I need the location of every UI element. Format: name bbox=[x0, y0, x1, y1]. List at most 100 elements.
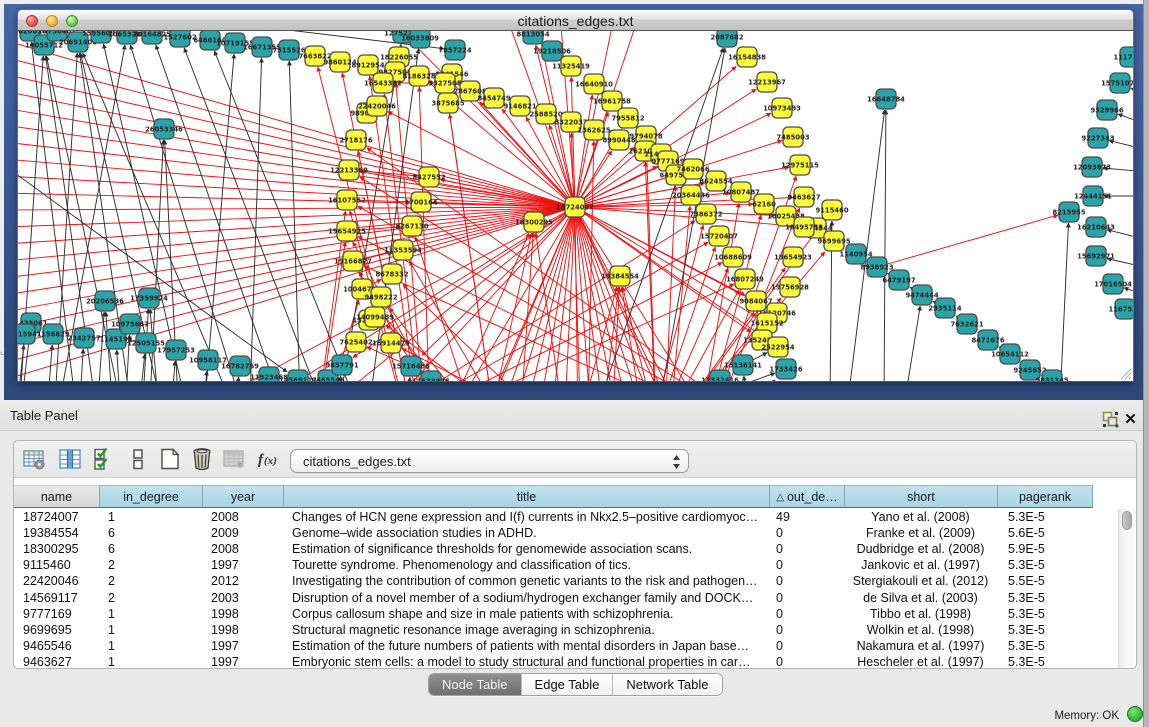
zoom-window-button[interactable] bbox=[66, 15, 78, 27]
node-26053346[interactable]: 26053346 bbox=[145, 119, 183, 139]
node-12444151[interactable]: 12444151 bbox=[1074, 186, 1112, 206]
node-7632621[interactable]: 7632621 bbox=[950, 314, 983, 334]
edge[interactable] bbox=[18, 40, 575, 207]
node-15751074[interactable]: 15751074 bbox=[1101, 73, 1133, 93]
network-canvas[interactable]: 2620610140557121875646220691406159560961… bbox=[17, 31, 1134, 382]
new-column-icon[interactable] bbox=[158, 447, 182, 471]
memory-status-indicator[interactable] bbox=[1127, 706, 1143, 722]
close-window-button[interactable] bbox=[26, 15, 38, 27]
edge[interactable] bbox=[236, 377, 239, 381]
edge[interactable] bbox=[172, 361, 175, 381]
edge[interactable] bbox=[18, 207, 575, 244]
column-header-title[interactable]: title bbox=[284, 485, 770, 508]
node-15692971[interactable]: 15692971 bbox=[1077, 246, 1115, 266]
node-2718176[interactable]: 2718176 bbox=[339, 130, 372, 150]
tab-node-table[interactable]: Node Table bbox=[429, 674, 522, 695]
svg-text:15136141: 15136141 bbox=[724, 361, 762, 369]
column-header-year[interactable]: year bbox=[203, 485, 284, 508]
network-table-select[interactable]: citations_edges.txt bbox=[290, 449, 689, 473]
edge[interactable] bbox=[214, 51, 355, 381]
edge[interactable] bbox=[640, 225, 703, 381]
table-options-icon[interactable] bbox=[22, 447, 46, 471]
node-62160[interactable]: 62160 bbox=[752, 194, 776, 214]
cell-title: Structural magnetic resonance image aver… bbox=[292, 622, 768, 638]
edge[interactable] bbox=[250, 284, 734, 381]
edge[interactable] bbox=[408, 377, 410, 381]
node-16807249[interactable]: 16807249 bbox=[726, 269, 764, 289]
edge[interactable] bbox=[1118, 114, 1133, 125]
node-9329966[interactable]: 9329966 bbox=[1090, 100, 1123, 120]
node-12093873[interactable]: 12093873 bbox=[1073, 157, 1111, 177]
node-16154838[interactable]: 16154838 bbox=[728, 47, 766, 67]
edge[interactable] bbox=[447, 94, 512, 381]
edge[interactable] bbox=[18, 125, 575, 207]
edge[interactable] bbox=[83, 53, 230, 381]
node-12213967[interactable]: 12213967 bbox=[748, 72, 786, 92]
node-10973493[interactable]: 10973493 bbox=[763, 98, 801, 118]
node-9463627[interactable]: 9463627 bbox=[787, 187, 820, 207]
float-panel-icon[interactable] bbox=[1102, 411, 1119, 428]
column-header-short[interactable]: short bbox=[845, 485, 998, 508]
node-20206536[interactable]: 20206536 bbox=[86, 291, 124, 311]
function-builder-icon[interactable]: f (x) bbox=[256, 447, 280, 471]
column-header-pagerank[interactable]: pagerank bbox=[998, 485, 1093, 508]
node-16033809[interactable]: 16033809 bbox=[401, 31, 439, 48]
window-resize-grip-icon[interactable] bbox=[1118, 366, 1132, 380]
edge[interactable] bbox=[18, 57, 575, 207]
node-16107552[interactable]: 16107552 bbox=[328, 190, 366, 210]
edge[interactable] bbox=[755, 380, 775, 381]
window-titlebar[interactable]: citations_edges.txt bbox=[17, 9, 1134, 31]
svg-text:9794078: 9794078 bbox=[629, 132, 662, 140]
table-vertical-scrollbar[interactable] bbox=[1118, 509, 1134, 668]
node-1527602[interactable]: 1527602 bbox=[163, 31, 196, 47]
node-19654923[interactable]: 19654923 bbox=[774, 247, 812, 267]
cell-short: Jankovic et al. (1997) bbox=[845, 557, 996, 573]
edge[interactable] bbox=[1124, 288, 1133, 296]
node-1733426[interactable]: 1733426 bbox=[769, 359, 802, 379]
node-9115460[interactable]: 9115460 bbox=[815, 200, 848, 220]
node-7485003[interactable]: 7485003 bbox=[776, 127, 809, 147]
scrollbar-thumb[interactable] bbox=[1122, 511, 1132, 530]
edge[interactable] bbox=[204, 371, 207, 381]
show-columns-icon[interactable] bbox=[58, 447, 82, 471]
edge[interactable] bbox=[877, 215, 1058, 267]
edge[interactable] bbox=[1131, 88, 1133, 96]
edge[interactable] bbox=[422, 207, 575, 356]
column-header-in_degree[interactable]: in_degree bbox=[100, 485, 203, 508]
row-height-icon[interactable] bbox=[126, 447, 150, 471]
node-12975115[interactable]: 12975115 bbox=[781, 155, 819, 175]
edge[interactable] bbox=[250, 242, 708, 381]
node-8215955[interactable]: 8215955 bbox=[1052, 202, 1085, 222]
node-1117556[interactable]: 1117556 bbox=[1113, 47, 1133, 67]
edge[interactable] bbox=[420, 207, 575, 381]
close-panel-icon[interactable]: ✕ bbox=[1123, 411, 1138, 428]
edge[interactable] bbox=[884, 110, 886, 381]
column-header-name[interactable]: name bbox=[14, 485, 100, 508]
svg-text:8186328: 8186328 bbox=[402, 72, 435, 80]
node-17016504[interactable]: 17016504 bbox=[1094, 274, 1132, 294]
node-12213369[interactable]: 12213369 bbox=[330, 160, 368, 180]
select-columns-icon[interactable] bbox=[92, 447, 116, 471]
node-16210643[interactable]: 16210643 bbox=[1077, 217, 1115, 237]
edge[interactable] bbox=[80, 349, 83, 381]
edge[interactable] bbox=[744, 376, 746, 381]
edge[interactable] bbox=[1060, 223, 1069, 381]
delete-columns-icon[interactable] bbox=[190, 447, 214, 471]
node-17359924[interactable]: 17359924 bbox=[130, 288, 168, 308]
edge[interactable] bbox=[575, 207, 775, 216]
node-1167531[interactable]: 1167531 bbox=[1108, 299, 1133, 319]
edge[interactable] bbox=[18, 207, 575, 278]
node-2087682[interactable]: 2087682 bbox=[710, 31, 743, 47]
edge[interactable] bbox=[905, 306, 920, 381]
minimize-window-button[interactable] bbox=[46, 15, 58, 27]
node-9227343[interactable]: 9227343 bbox=[1081, 128, 1114, 148]
edge[interactable] bbox=[117, 350, 120, 381]
collapsed-panel-grip-icon[interactable]: ⌞ bbox=[0, 346, 4, 358]
tab-network-table[interactable]: Network Table bbox=[613, 674, 721, 695]
edge[interactable] bbox=[18, 207, 575, 261]
tab-edge-table[interactable]: Edge Table bbox=[522, 674, 614, 695]
edge[interactable] bbox=[250, 58, 262, 381]
node-16648784[interactable]: 16648784 bbox=[867, 89, 905, 109]
column-header-out_de[interactable]: △out_de… bbox=[770, 485, 845, 508]
node-7857224[interactable]: 7857224 bbox=[438, 40, 471, 60]
